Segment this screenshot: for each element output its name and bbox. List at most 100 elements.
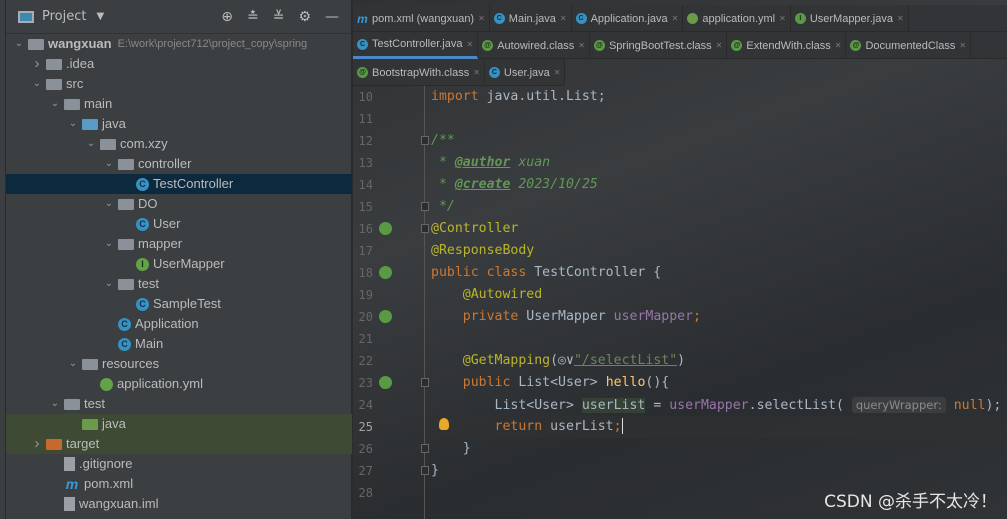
tree-item[interactable]: ⌄ mapper bbox=[6, 234, 352, 254]
code-token: (◎∨ bbox=[550, 353, 574, 368]
fold-marker-icon[interactable] bbox=[421, 444, 429, 453]
tree-item[interactable]: ⌄ test bbox=[6, 274, 352, 294]
chevron-down-icon[interactable]: ⌄ bbox=[10, 34, 28, 54]
close-tab-icon[interactable]: ✕ bbox=[835, 41, 842, 50]
chevron-down-icon[interactable]: ⌄ bbox=[100, 154, 118, 174]
close-tab-icon[interactable]: ✕ bbox=[560, 14, 567, 23]
locate-icon[interactable]: ⊕ bbox=[221, 9, 233, 25]
editor-tab[interactable]: I UserMapper.java ✕ bbox=[791, 5, 909, 32]
close-tab-icon[interactable]: ✕ bbox=[959, 41, 966, 50]
class-icon: C bbox=[136, 217, 149, 231]
fold-marker-icon[interactable] bbox=[421, 202, 429, 211]
code-token: userList bbox=[550, 419, 614, 434]
chevron-right-icon[interactable]: › bbox=[28, 434, 46, 454]
tree-item[interactable]: C SampleTest bbox=[6, 294, 352, 314]
chevron-down-icon[interactable]: ▼ bbox=[96, 11, 104, 22]
chevron-down-icon[interactable]: ⌄ bbox=[100, 234, 118, 254]
close-tab-icon[interactable]: ✕ bbox=[478, 14, 485, 23]
gear-icon[interactable]: ⚙ bbox=[298, 9, 311, 25]
tree-item[interactable]: ⌄ resources bbox=[6, 354, 352, 374]
tree-item[interactable]: C TestController bbox=[6, 174, 352, 194]
tree-item[interactable]: wangxuan.iml bbox=[6, 494, 352, 514]
editor-tab[interactable]: C User.java ✕ bbox=[485, 59, 566, 86]
tab-label: Main.java bbox=[508, 12, 556, 25]
line-number: 21 bbox=[358, 332, 373, 346]
collapse-all-icon[interactable]: ≚ bbox=[273, 9, 285, 25]
editor-tab[interactable]: @ ExtendWith.class ✕ bbox=[727, 32, 847, 59]
tree-item[interactable]: C Application bbox=[6, 314, 352, 334]
tree-item[interactable]: C Main bbox=[6, 334, 352, 354]
close-tab-icon[interactable]: ✕ bbox=[473, 68, 480, 77]
lightbulb-icon[interactable] bbox=[439, 418, 449, 430]
chevron-down-icon[interactable]: ⌄ bbox=[64, 354, 82, 374]
tree-item[interactable]: ⌄ src bbox=[6, 74, 352, 94]
tree-item[interactable]: ⌄ java bbox=[6, 114, 352, 134]
close-tab-icon[interactable]: ✕ bbox=[716, 41, 723, 50]
tree-item[interactable]: m pom.xml bbox=[6, 474, 352, 494]
close-tab-icon[interactable]: ✕ bbox=[467, 40, 474, 49]
spring-bean-gutter-icon[interactable] bbox=[379, 310, 392, 323]
editor-tab[interactable]: m pom.xml (wangxuan) ✕ bbox=[353, 5, 490, 32]
editor-tab[interactable]: @ SpringBootTest.class ✕ bbox=[590, 32, 728, 59]
chevron-down-icon[interactable]: ⌄ bbox=[64, 114, 82, 134]
editor-tab[interactable]: @ DocumentedClass ✕ bbox=[846, 32, 972, 59]
close-tab-icon[interactable]: ✕ bbox=[897, 14, 904, 23]
code-token: TestController { bbox=[534, 265, 662, 280]
chevron-down-icon[interactable]: ⌄ bbox=[46, 94, 64, 114]
editor-tab[interactable]: C Application.java ✕ bbox=[572, 5, 684, 32]
expand-all-icon[interactable]: ≛ bbox=[247, 9, 259, 25]
code-line: * @author xuan bbox=[431, 152, 550, 174]
editor-tab[interactable]: C Main.java ✕ bbox=[490, 5, 572, 32]
tree-item[interactable]: › target bbox=[6, 434, 352, 454]
tree-item[interactable]: I UserMapper bbox=[6, 254, 352, 274]
minimize-icon[interactable]: — bbox=[325, 9, 339, 25]
code-line: @Autowired bbox=[431, 284, 542, 306]
close-tab-icon[interactable]: ✕ bbox=[554, 68, 561, 77]
editor-tab[interactable]: @ Autowired.class ✕ bbox=[478, 32, 590, 59]
chevron-right-icon[interactable]: › bbox=[28, 54, 46, 74]
interface-icon: I bbox=[136, 257, 149, 271]
file-icon bbox=[64, 497, 75, 511]
fold-marker-icon[interactable] bbox=[421, 224, 429, 233]
tree-item[interactable]: application.yml bbox=[6, 374, 352, 394]
close-tab-icon[interactable]: ✕ bbox=[578, 41, 585, 50]
spring-bean-gutter-icon[interactable] bbox=[379, 376, 392, 389]
close-tab-icon[interactable]: ✕ bbox=[779, 14, 786, 23]
annotation-icon: @ bbox=[731, 40, 743, 51]
fold-marker-icon[interactable] bbox=[421, 466, 429, 475]
code-line: @Controller bbox=[431, 218, 518, 240]
tree-item[interactable]: java bbox=[6, 414, 352, 434]
tree-item[interactable]: C User bbox=[6, 214, 352, 234]
fold-marker-icon[interactable] bbox=[421, 136, 429, 145]
spring-bean-gutter-icon[interactable] bbox=[379, 266, 392, 279]
project-view-selector[interactable]: Project bbox=[42, 9, 86, 24]
tree-item[interactable]: ⌄ main bbox=[6, 94, 352, 114]
tab-label: ExtendWith.class bbox=[746, 39, 831, 52]
tree-item[interactable]: ⌄ com.xzy bbox=[6, 134, 352, 154]
code-line: List<User> userList = userMapper.selectL… bbox=[431, 394, 1001, 416]
tree-item[interactable]: ⌄ wangxuan E:\work\project712\project_copy… bbox=[6, 34, 352, 54]
class-icon: C bbox=[136, 177, 149, 191]
tree-item[interactable]: › .idea bbox=[6, 54, 352, 74]
close-tab-icon[interactable]: ✕ bbox=[672, 14, 679, 23]
chevron-down-icon[interactable]: ⌄ bbox=[46, 394, 64, 414]
chevron-down-icon[interactable]: ⌄ bbox=[28, 74, 46, 94]
code-token: "/selectList" bbox=[573, 353, 678, 368]
tree-item[interactable]: ⌄ DO bbox=[6, 194, 352, 214]
chevron-down-icon[interactable]: ⌄ bbox=[100, 194, 118, 214]
tree-item[interactable]: .gitignore bbox=[6, 454, 352, 474]
tab-row: C TestController.java ✕ @ Autowired.class ✕ @ S… bbox=[353, 32, 1007, 59]
editor-tab[interactable]: application.yml ✕ bbox=[683, 5, 791, 32]
editor-tab[interactable]: C TestController.java ✕ bbox=[353, 32, 479, 59]
code-token: userMapper bbox=[669, 398, 749, 413]
chevron-down-icon[interactable]: ⌄ bbox=[82, 134, 100, 154]
chevron-down-icon[interactable]: ⌄ bbox=[100, 274, 118, 294]
editor-tab[interactable]: @ BootstrapWith.class ✕ bbox=[353, 59, 485, 86]
spring-bean-gutter-icon[interactable] bbox=[379, 222, 392, 235]
interface-icon: I bbox=[794, 13, 806, 24]
tree-item[interactable]: ⌄ controller bbox=[6, 154, 352, 174]
tree-item[interactable]: ⌄ test bbox=[6, 394, 352, 414]
fold-marker-icon[interactable] bbox=[421, 378, 429, 387]
class-icon: C bbox=[575, 13, 587, 24]
tree-item-label: Main bbox=[135, 336, 164, 351]
